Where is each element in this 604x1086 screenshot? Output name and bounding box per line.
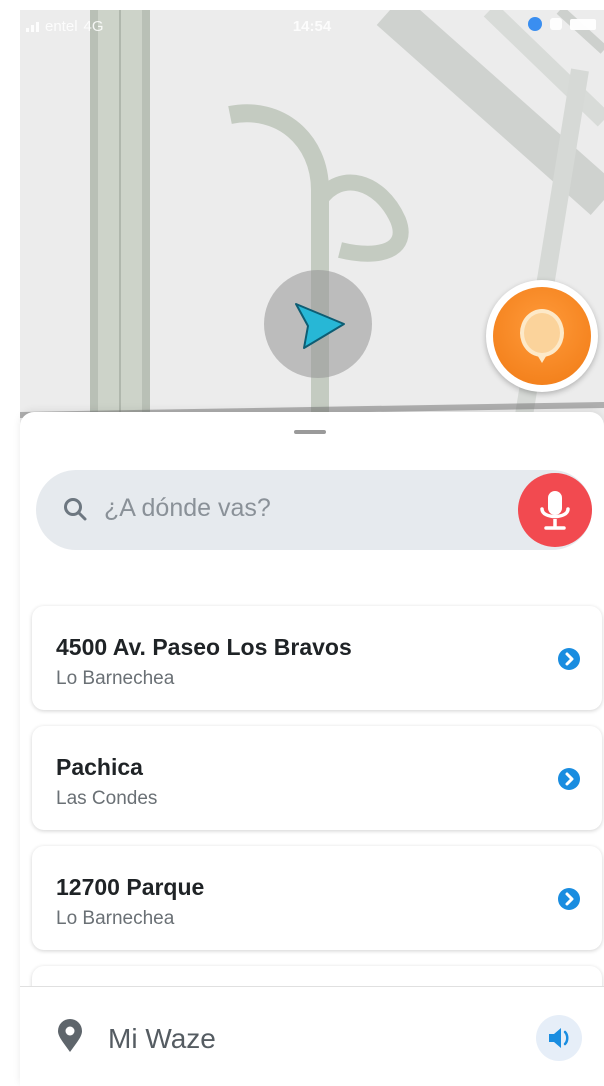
report-button[interactable] (486, 280, 598, 392)
voice-search-button[interactable] (518, 473, 592, 547)
speaker-icon (549, 1028, 569, 1048)
report-bubble-icon (520, 309, 564, 363)
location-services-icon (528, 17, 542, 31)
status-bar: entel 4G 14:54 (20, 10, 604, 44)
car-arrow-icon (295, 303, 345, 349)
waze-app-screen: entel 4G 14:54 ¿A dónde vas? 4500 Av. Pa… (0, 0, 604, 1086)
chevron-right-icon[interactable] (558, 768, 580, 790)
search-bar[interactable]: ¿A dónde vas? (36, 470, 592, 550)
chevron-right-icon[interactable] (558, 648, 580, 670)
destination-subtitle: Lo Barnechea (56, 908, 175, 929)
current-location-marker[interactable] (264, 270, 372, 378)
recent-destination-card[interactable]: 4500 Av. Paseo Los Bravos Lo Barnechea (32, 606, 602, 710)
microphone-icon (540, 491, 570, 530)
status-right (528, 17, 596, 31)
destination-subtitle: Las Condes (56, 788, 158, 809)
search-input[interactable]: ¿A dónde vas? (104, 494, 271, 523)
sheet-drag-handle[interactable] (294, 430, 326, 434)
my-waze-button[interactable]: Mi Waze (108, 1023, 216, 1055)
search-icon (64, 498, 87, 521)
chevron-right-icon[interactable] (558, 888, 580, 910)
sound-settings-button[interactable] (536, 1015, 582, 1061)
report-button-inner (493, 287, 591, 385)
destination-subtitle: Lo Barnechea (56, 668, 175, 689)
recent-destination-card[interactable]: 12700 Parque Lo Barnechea (32, 846, 602, 950)
destination-title: Pachica (56, 754, 143, 780)
battery-icon (570, 18, 596, 30)
bottom-sheet: ¿A dónde vas? 4500 Av. Paseo Los Bravos … (20, 412, 604, 1086)
bottom-bar: Mi Waze (20, 986, 604, 1086)
destination-title: 12700 Parque (56, 874, 205, 900)
recent-destination-card[interactable]: Pachica Las Condes (32, 726, 602, 830)
destination-title: 4500 Av. Paseo Los Bravos (56, 634, 352, 660)
location-pin-icon (58, 1019, 82, 1052)
status-time: 14:54 (292, 18, 332, 35)
orientation-lock-icon (550, 18, 562, 30)
